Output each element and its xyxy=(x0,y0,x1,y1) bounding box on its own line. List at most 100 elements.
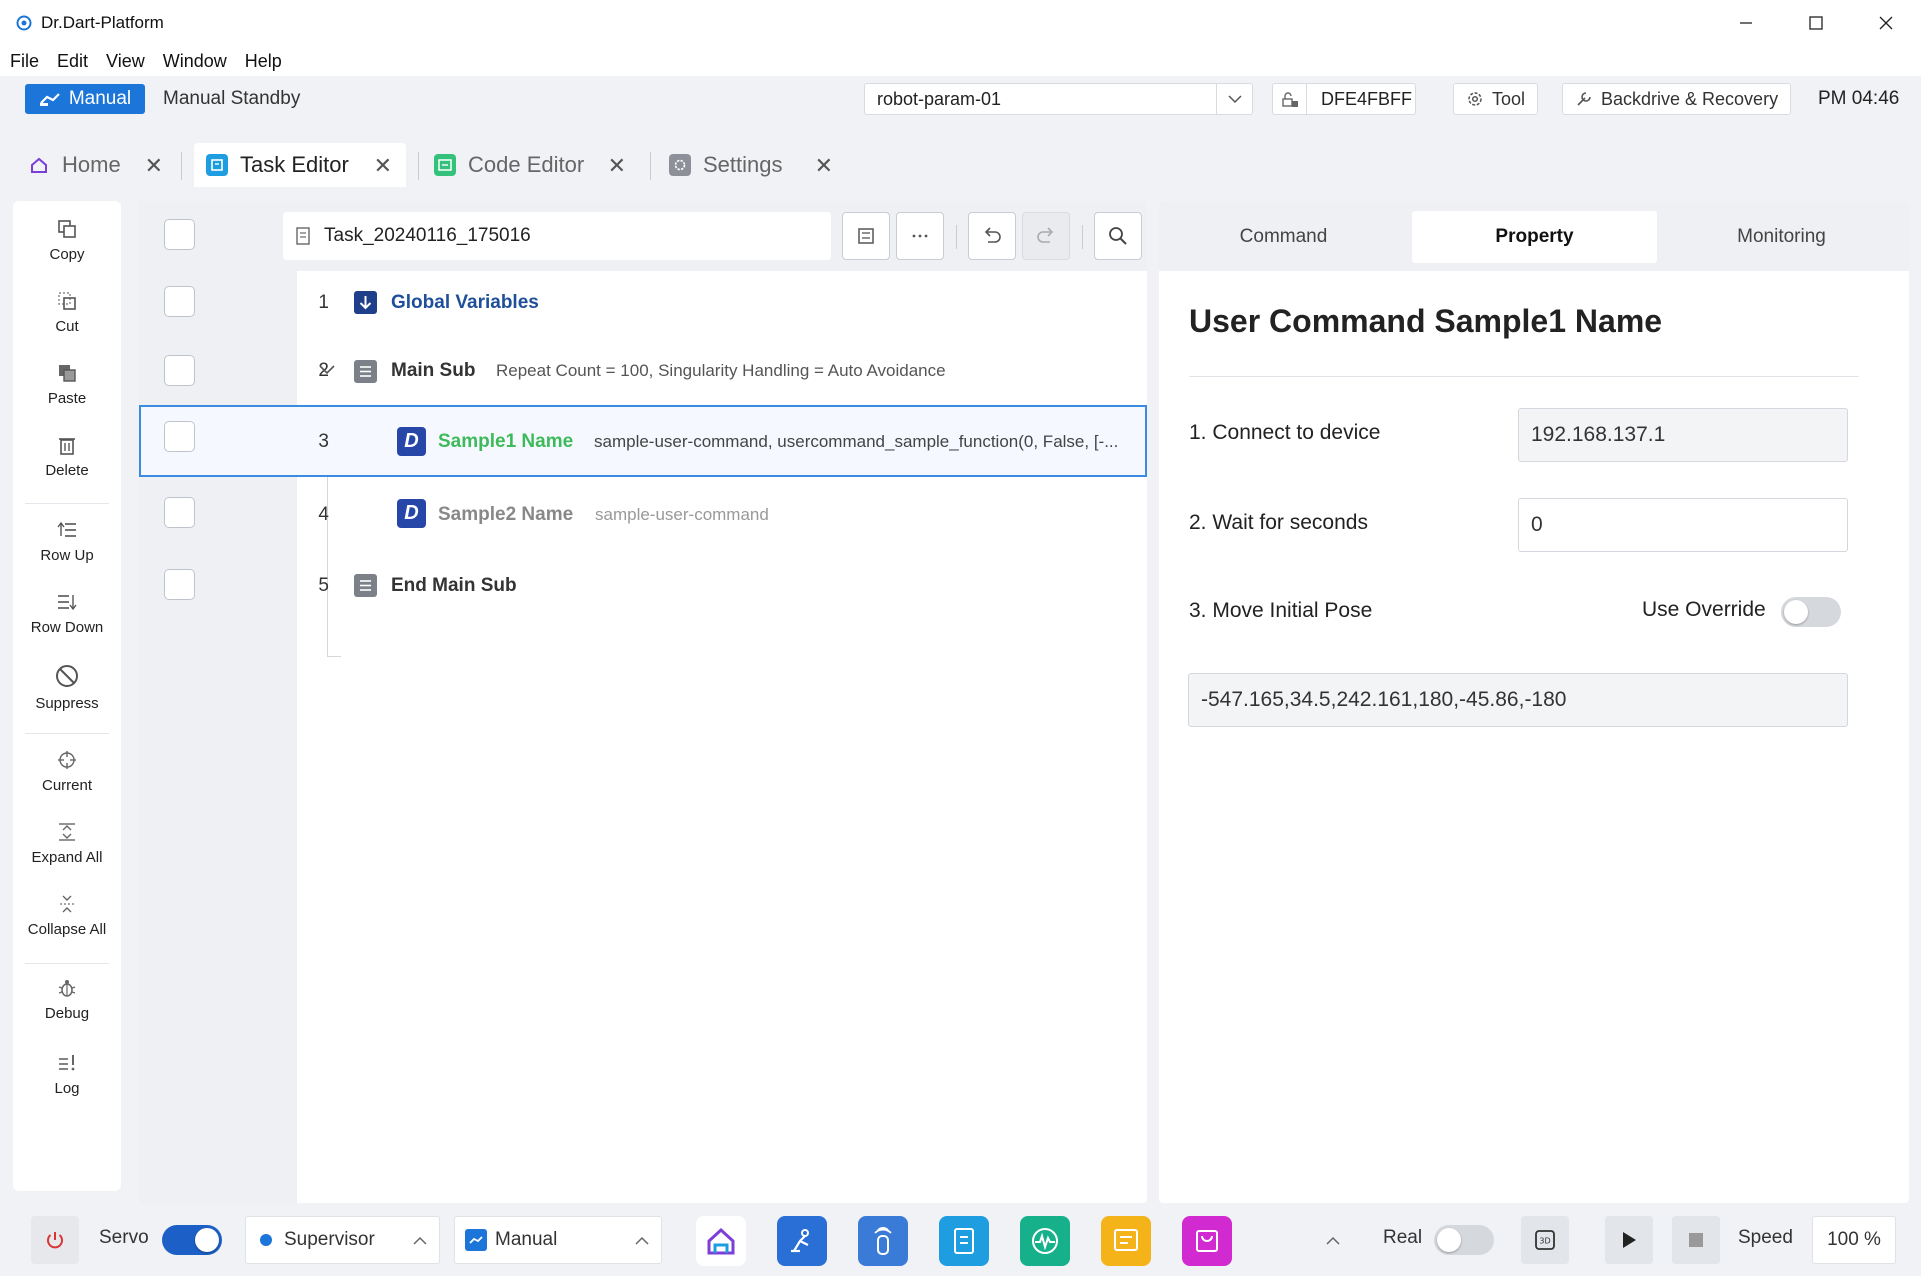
menu-file[interactable]: File xyxy=(10,51,39,72)
tab-monitoring[interactable]: Monitoring xyxy=(1661,211,1902,263)
more-button[interactable] xyxy=(896,212,944,260)
mode-badge[interactable]: Manual xyxy=(25,84,145,114)
menu-view[interactable]: View xyxy=(106,51,145,72)
current-button[interactable]: Current xyxy=(13,749,121,794)
list-icon xyxy=(354,360,377,383)
role-select[interactable]: Supervisor xyxy=(245,1216,440,1264)
power-button[interactable] xyxy=(31,1216,79,1264)
row-number: 5 xyxy=(318,575,329,596)
initial-pose-value: -547.165,34.5,242.161,180,-45.86,-180 xyxy=(1201,688,1567,711)
tool-label: Tool xyxy=(1492,88,1526,109)
use-override-toggle[interactable] xyxy=(1781,597,1841,627)
app-monitor-button[interactable] xyxy=(1020,1216,1070,1266)
copy-button[interactable]: Copy xyxy=(13,218,121,263)
tab-property[interactable]: Property xyxy=(1412,211,1657,263)
app-remote-button[interactable] xyxy=(858,1216,908,1266)
role-value: Supervisor xyxy=(284,1229,375,1250)
row-checkbox[interactable] xyxy=(164,497,195,528)
tab-command[interactable]: Command xyxy=(1163,211,1404,263)
robot-jog-icon xyxy=(791,1229,809,1253)
suppress-icon xyxy=(56,665,78,687)
log-icon xyxy=(59,1055,75,1071)
chevron-up-icon[interactable] xyxy=(1326,1236,1340,1245)
tab-code-editor[interactable]: Code Editor ✕ xyxy=(422,143,640,187)
row-checkbox[interactable] xyxy=(164,286,195,317)
task-row[interactable]: 1 Global Variables xyxy=(139,268,1147,338)
row-checkbox[interactable] xyxy=(164,355,195,386)
task-row[interactable]: 4 D Sample2 Name sample-user-command xyxy=(139,479,1147,549)
servo-toggle[interactable] xyxy=(162,1225,222,1255)
app-task-button[interactable] xyxy=(939,1216,989,1266)
tab-settings-label: Settings xyxy=(703,152,783,177)
robot-param-select[interactable]: robot-param-01 xyxy=(864,83,1253,115)
tab-settings[interactable]: Settings ✕ xyxy=(657,143,847,187)
close-tab-code-editor-icon[interactable]: ✕ xyxy=(608,153,626,179)
task-row[interactable]: 5 End Main Sub xyxy=(139,551,1147,621)
backdrive-button[interactable]: Backdrive & Recovery xyxy=(1562,83,1792,115)
close-tab-settings-icon[interactable]: ✕ xyxy=(815,153,833,179)
app-store-button[interactable] xyxy=(1182,1216,1232,1266)
tab-home[interactable]: Home ✕ xyxy=(14,143,177,187)
play-button[interactable] xyxy=(1605,1216,1653,1264)
shopping-bag-icon xyxy=(1196,1230,1218,1252)
tab-task-editor[interactable]: Task Editor ✕ xyxy=(194,143,406,187)
standby-status: Manual Standby xyxy=(163,88,301,109)
menu-edit[interactable]: Edit xyxy=(57,51,88,72)
row-number: 1 xyxy=(318,292,329,313)
wait-seconds-value: 0 xyxy=(1531,513,1543,536)
row-checkbox[interactable] xyxy=(164,569,195,600)
redo-button[interactable] xyxy=(1022,212,1070,260)
row-checkbox[interactable] xyxy=(164,421,195,452)
download-arrow-icon xyxy=(354,291,377,314)
device-id-box[interactable]: DFE4FBFF xyxy=(1272,83,1416,115)
paste-button[interactable]: Paste xyxy=(13,362,121,407)
close-tab-task-editor-icon[interactable]: ✕ xyxy=(374,153,392,179)
close-window-button[interactable] xyxy=(1851,0,1921,46)
row-down-button[interactable]: Row Down xyxy=(13,591,121,636)
task-name-field[interactable]: Task_20240116_175016 xyxy=(283,212,831,260)
select-all-checkbox[interactable] xyxy=(164,219,195,250)
search-button[interactable] xyxy=(1094,212,1142,260)
menu-window[interactable]: Window xyxy=(163,51,227,72)
row-up-button[interactable]: Row Up xyxy=(13,519,121,564)
expand-all-button[interactable]: Expand All xyxy=(13,821,121,866)
collapse-all-button[interactable]: Collapse All xyxy=(13,893,121,938)
undo-button[interactable] xyxy=(968,212,1016,260)
cut-label: Cut xyxy=(55,318,79,335)
menu-help[interactable]: Help xyxy=(245,51,282,72)
speed-field[interactable]: 100 % xyxy=(1812,1216,1896,1264)
app-notes-button[interactable] xyxy=(1101,1216,1151,1266)
app-home-button[interactable] xyxy=(696,1216,746,1266)
save-button[interactable] xyxy=(842,212,890,260)
tab-bar: Home ✕ Task Editor ✕ Code Editor ✕ Setti… xyxy=(0,140,1921,190)
tool-button[interactable]: Tool xyxy=(1453,83,1539,115)
initial-pose-field[interactable]: -547.165,34.5,242.161,180,-45.86,-180 xyxy=(1188,673,1848,727)
edit-toolbar: Copy Cut Paste Delete Row Up Row Down Su… xyxy=(13,201,121,1191)
robot-arm-icon xyxy=(465,1229,487,1251)
app-jog-button[interactable] xyxy=(777,1216,827,1266)
maximize-button[interactable] xyxy=(1781,0,1851,46)
cut-button[interactable]: Cut xyxy=(13,290,121,335)
speed-value: 100 % xyxy=(1827,1229,1881,1250)
wait-seconds-input[interactable]: 0 xyxy=(1518,498,1848,552)
chevron-up-icon xyxy=(413,1236,427,1245)
collapse-all-icon xyxy=(60,895,74,913)
role-dot-icon xyxy=(260,1234,272,1246)
minimize-button[interactable] xyxy=(1711,0,1781,46)
debug-button[interactable]: Debug xyxy=(13,977,121,1022)
delete-button[interactable]: Delete xyxy=(13,434,121,479)
3d-view-button[interactable]: 3D xyxy=(1521,1216,1569,1264)
clock: PM 04:46 xyxy=(1818,88,1900,109)
chevron-down-icon[interactable] xyxy=(319,365,335,375)
close-tab-home-icon[interactable]: ✕ xyxy=(145,153,163,179)
log-button[interactable]: Log xyxy=(13,1052,121,1097)
mode-select[interactable]: Manual xyxy=(454,1216,662,1264)
suppress-button[interactable]: Suppress xyxy=(13,663,121,712)
task-row[interactable]: 2 Main Sub Repeat Count = 100, Singulari… xyxy=(139,335,1147,405)
stop-button[interactable] xyxy=(1672,1216,1720,1264)
real-toggle[interactable] xyxy=(1434,1225,1494,1255)
row-detail: sample-user-command xyxy=(595,505,769,524)
connect-device-field[interactable]: 192.168.137.1 xyxy=(1518,408,1848,462)
task-row-selected[interactable]: 3 D Sample1 Name sample-user-command, us… xyxy=(139,405,1147,477)
more-icon xyxy=(912,234,928,238)
